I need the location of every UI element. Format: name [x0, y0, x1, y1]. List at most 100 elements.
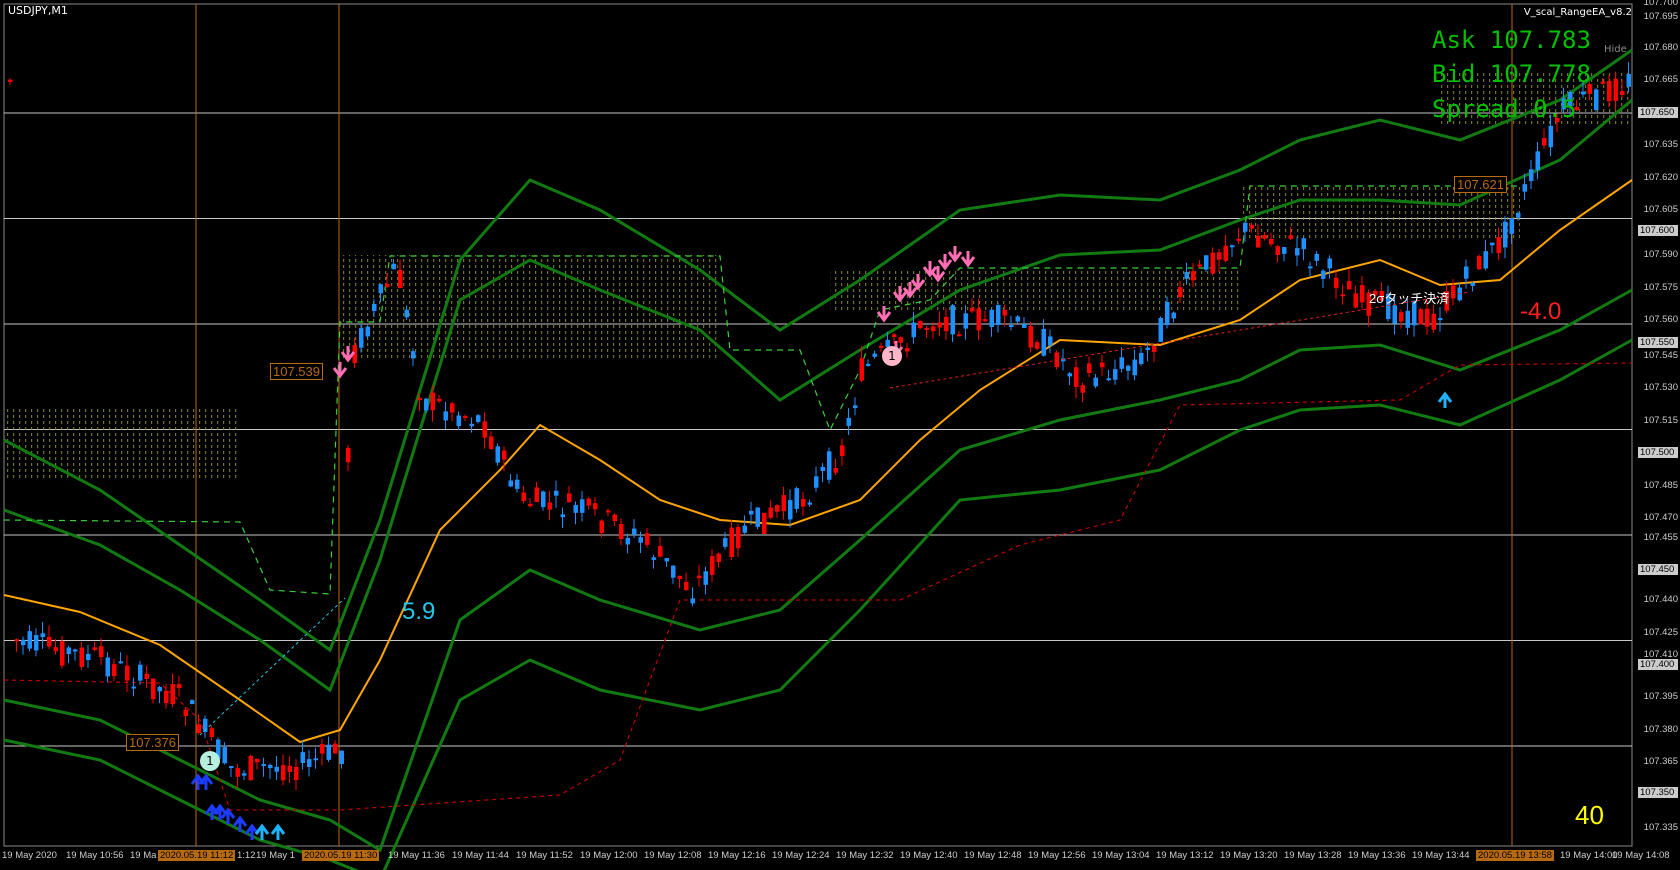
candle-body: [73, 649, 78, 652]
candle-body: [1197, 264, 1202, 267]
candle-body: [638, 537, 643, 543]
candle-body: [1152, 346, 1157, 352]
chart-symbol-title: USDJPY,M1: [8, 4, 68, 17]
price-axis-tick: 107.680: [1643, 42, 1678, 53]
candle-body: [723, 538, 728, 547]
candle-body: [79, 647, 84, 667]
candle-body: [112, 664, 117, 677]
candle-body: [1392, 305, 1397, 324]
time-axis-tick: 19 May 12:24: [772, 850, 830, 861]
time-axis-tick: 19 May 12:08: [644, 850, 702, 861]
time-axis-tick: 19 May 12:16: [708, 850, 766, 861]
candle-body: [27, 631, 32, 649]
candle-body: [846, 417, 851, 426]
candle-body: [1041, 328, 1046, 356]
candle-body: [1548, 125, 1553, 148]
time-axis-tick: 2020.05.19 11:12: [158, 850, 236, 861]
candle-body: [14, 639, 19, 642]
candle-body: [365, 326, 370, 337]
candle-body: [1490, 242, 1495, 246]
candle-body: [528, 503, 533, 507]
time-axis-tick: 19 May 11:36: [388, 850, 445, 861]
candle-body: [1399, 312, 1404, 322]
candle-body: [775, 505, 780, 512]
range-zone: [1240, 185, 1520, 240]
candle-body: [53, 647, 58, 652]
candle-body: [1126, 365, 1131, 371]
price-axis-tick: 107.380: [1643, 724, 1678, 735]
candle-body: [677, 575, 682, 579]
time-axis-tick: 1:12: [237, 850, 256, 861]
candle-body: [1262, 235, 1267, 239]
candle-body: [1405, 310, 1410, 328]
time-axis-tick: 2020.05.19 13:58: [1476, 850, 1554, 861]
candle-body: [1204, 255, 1209, 270]
bar-counter: 40: [1575, 800, 1604, 830]
candle-body: [1015, 316, 1020, 322]
price-axis-tick: 107.485: [1643, 480, 1678, 491]
candle-body: [450, 403, 455, 413]
candle-body: [138, 664, 143, 681]
candle-body: [1340, 294, 1345, 297]
candle-body: [183, 709, 188, 716]
price-chart[interactable]: [0, 0, 1680, 870]
candle-body: [196, 724, 201, 734]
candle-body: [1093, 377, 1098, 387]
candle-body: [430, 392, 435, 411]
hide-button[interactable]: Hide: [1604, 44, 1627, 55]
candle-body: [781, 495, 786, 512]
candle-body: [437, 398, 442, 402]
time-axis-tick: 19 Ma: [130, 850, 157, 861]
candle-body: [833, 467, 838, 473]
candle-body: [151, 678, 156, 700]
candle-body: [1477, 255, 1482, 270]
candle-body: [1230, 245, 1235, 248]
candle-body: [957, 334, 962, 337]
candle-body: [268, 764, 273, 769]
candle-body: [554, 490, 559, 496]
time-axis-tick: 2020.05.19 11:30: [302, 850, 380, 861]
candle-body: [1438, 318, 1443, 321]
candle-body: [508, 480, 513, 487]
candle-body: [1529, 169, 1534, 182]
candle-body: [1145, 347, 1150, 351]
candle-body: [963, 313, 968, 329]
candle-body: [1087, 363, 1092, 373]
candle-body: [300, 752, 305, 764]
candle-body: [976, 308, 981, 331]
candle-body: [580, 499, 585, 513]
candle-body: [398, 270, 403, 289]
candle-body: [476, 415, 481, 422]
time-axis-tick: 19 May 13:36: [1348, 850, 1406, 861]
candle-body: [463, 416, 468, 419]
candle-body: [177, 684, 182, 689]
candle-body: [820, 466, 825, 472]
candle-body: [1314, 253, 1319, 261]
candle-body: [1249, 224, 1254, 229]
pips-result-left: 5.9: [402, 598, 436, 625]
pips-result-right: -4.0: [1520, 298, 1562, 325]
price-axis-tick: 107.500: [1638, 447, 1678, 458]
price-axis-tick: 107.395: [1643, 691, 1678, 702]
time-axis-tick: 19 May 13:04: [1092, 850, 1150, 861]
price-axis-tick: 107.590: [1643, 249, 1678, 260]
candle-body: [1288, 235, 1293, 239]
candle-body: [937, 322, 942, 328]
candle-body: [840, 445, 845, 457]
candle-body: [619, 523, 624, 540]
candle-body: [1470, 282, 1475, 286]
candle-body: [346, 448, 351, 463]
candle-body: [1431, 313, 1436, 330]
candle-body: [729, 527, 734, 557]
candle-body: [1353, 293, 1358, 308]
price-axis-tick: 107.450: [1638, 564, 1678, 575]
candle-body: [1165, 301, 1170, 325]
candle-body: [755, 507, 760, 527]
price-axis-tick: 107.665: [1643, 74, 1678, 85]
candle-body: [1022, 324, 1027, 328]
candle-body: [125, 665, 130, 681]
candle-body: [1080, 385, 1085, 393]
ea-name-label: V_scal_RangeEA_v8.2: [1523, 7, 1632, 18]
time-axis-tick: 19 May 12:56: [1028, 850, 1086, 861]
candle-body: [1594, 89, 1599, 111]
